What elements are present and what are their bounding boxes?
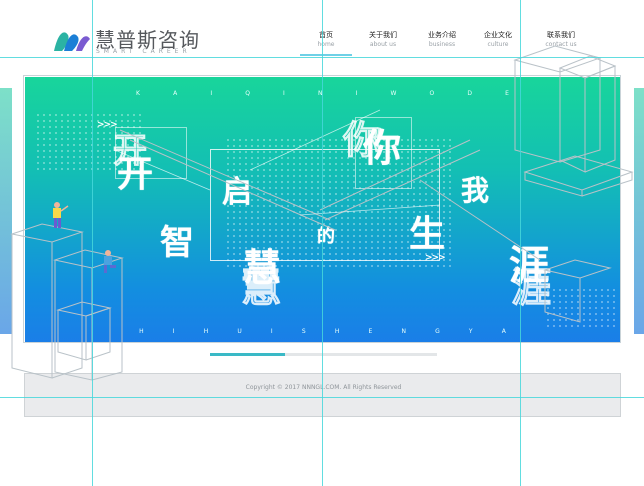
char-wo: 我 [461,174,490,207]
bottom-letter: E [368,328,374,335]
nav-culture-sub: culture [487,41,509,48]
dot-pattern [545,287,615,327]
top-letter: W [390,90,398,97]
bottom-letter: A [501,328,507,335]
nav-home-label: 首页 [319,31,333,39]
bottom-letter: H [334,328,341,335]
hero-banner[interactable]: K A I Q I N I W O D E >>> >>> 开 开 启 你 你 … [25,77,621,343]
brand-tagline: SMART CAREER [96,48,191,55]
nav-active-indicator [300,54,352,56]
char-hui: 慧 [243,246,282,290]
guide-line [520,0,521,486]
char-qi: 启 [222,175,252,210]
left-decor-bar [0,88,12,334]
top-letter: I [355,90,359,97]
bottom-letter: U [237,328,243,335]
nav-contact-sub: contact us [545,41,577,48]
char-de: 的 [317,226,335,247]
char-ya: 涯 [509,243,549,289]
banner-top-letters: K A I Q I N I W O D E [25,90,621,97]
top-letter: Q [245,90,251,97]
top-letter: A [173,90,179,97]
char-kai: 开 [117,154,154,195]
nav-business-label: 业务介绍 [428,31,456,39]
top-letter: E [505,90,510,97]
char-ni: 你 [363,126,402,170]
guide-line [0,57,644,58]
bottom-letter: S [301,328,307,335]
top-letter: K [136,90,141,97]
page: 慧普斯咨询 SMART CAREER 首页 home 关于我们 about us… [0,0,644,486]
banner-bottom-letters: H I H U I S H E N G Y A [25,328,621,335]
bottom-letter: Y [468,328,474,335]
copyright-text: Copyright © 2017 NNNGL.COM. All Rights R… [245,384,402,391]
char-sheng: 生 [409,214,446,255]
bottom-letter: I [172,328,176,335]
nav-business[interactable]: 业务介绍 business [414,30,470,49]
nav-contact[interactable]: 联系我们 contact us [533,30,589,49]
guide-line [0,397,644,398]
nav-culture-label: 企业文化 [484,31,512,39]
top-letter: D [467,90,473,97]
nav-about-label: 关于我们 [369,31,397,39]
nav-home[interactable]: 首页 home [298,30,354,49]
nav-culture[interactable]: 企业文化 culture [470,30,526,49]
nav-home-sub: home [317,41,335,48]
char-zhi: 智 [160,223,194,263]
bottom-letter: I [270,328,274,335]
bottom-letter: H [203,328,210,335]
top-letter: I [210,90,214,97]
nav-about-sub: about us [369,41,397,48]
guide-line [92,0,93,486]
nav-business-sub: business [428,41,456,48]
nav-contact-label: 联系我们 [547,31,575,39]
banner-slider[interactable] [210,353,437,356]
right-decor-bar [634,88,644,334]
nav-about[interactable]: 关于我们 about us [355,30,411,49]
top-letter: O [429,90,436,97]
logo-icon[interactable] [50,25,92,55]
bottom-letter: H [139,328,145,335]
bottom-letter: G [435,328,441,335]
bottom-letter: N [401,328,407,335]
top-letter: I [283,90,286,97]
guide-line [322,0,323,486]
slider-progress [210,353,285,356]
